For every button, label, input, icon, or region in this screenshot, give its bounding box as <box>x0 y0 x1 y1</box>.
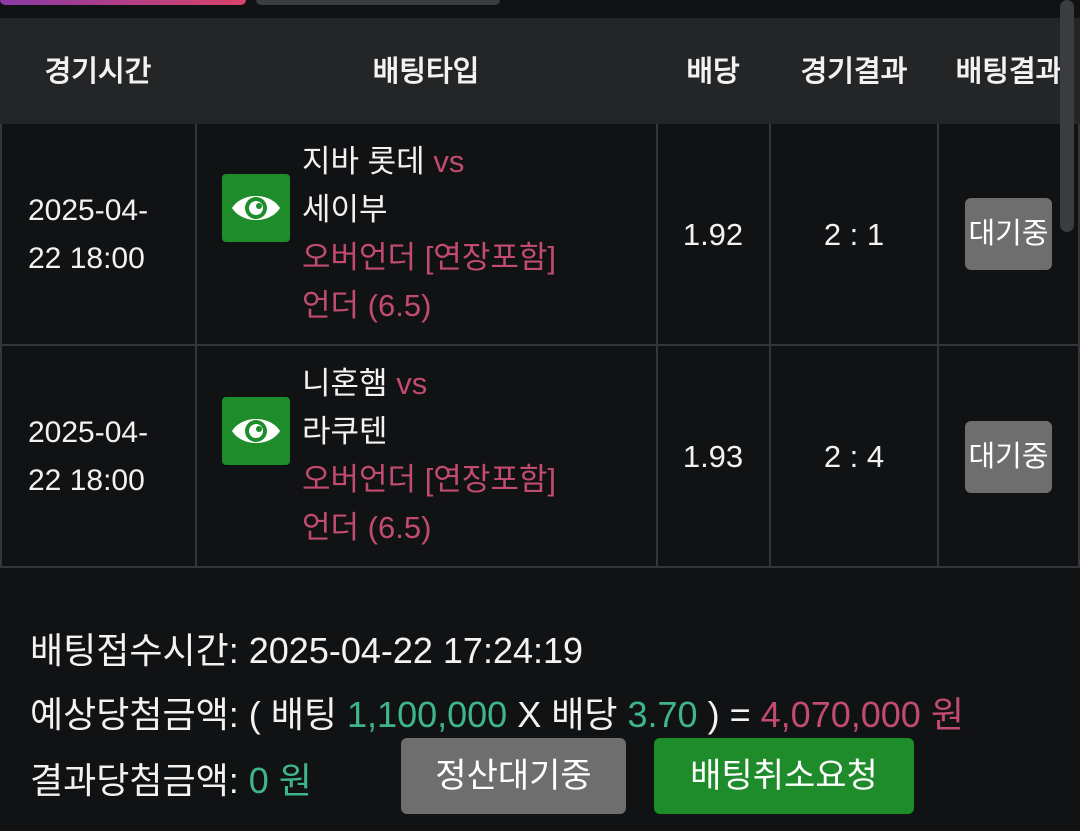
view-details-button[interactable] <box>222 174 290 242</box>
tab-inactive-remnant[interactable] <box>256 0 500 5</box>
header-bet-type: 배팅타입 <box>372 54 480 88</box>
odds-word: 배당 <box>551 694 618 735</box>
received-time-line: 배팅접수시간: 2025-04-22 17:24:19 <box>30 622 583 674</box>
away-team: 세이부 <box>302 192 388 227</box>
eye-icon <box>232 196 280 220</box>
home-team: 니혼햄 <box>302 366 388 401</box>
cancel-bet-request-button[interactable]: 배팅취소요청 <box>654 738 914 814</box>
result-payout-value: 0 원 <box>248 760 312 801</box>
bet-word: 배팅 <box>270 694 338 735</box>
odds-value: 1.92 <box>682 217 744 252</box>
bet-market: 오버언더 [연장포함] <box>302 240 556 275</box>
game-date: 2025-04- <box>28 194 149 227</box>
header-game-time: 경기시간 <box>44 54 152 88</box>
result-payout-label: 결과당첨금액: <box>30 760 239 801</box>
header-game-result: 경기결과 <box>800 54 908 88</box>
table-header: 경기시간 배팅타입 배당 경기결과 배팅결과 <box>0 18 1080 124</box>
tab-active-remnant[interactable] <box>0 0 246 5</box>
bet-info: 니혼햄 vs 라쿠텐 오버언더 [연장포함] 언더 (6.5) <box>302 360 652 552</box>
close-paren: ) <box>707 694 720 735</box>
received-time-label: 배팅접수시간: <box>30 630 239 671</box>
status-badge: 대기중 <box>965 421 1052 493</box>
status-badge: 대기중 <box>965 198 1052 270</box>
eye-icon <box>232 419 280 443</box>
bet-amount: 1,100,000 <box>347 694 508 735</box>
game-time: 2025-04- 22 18:00 <box>0 124 196 346</box>
bet-pick: 언더 (6.5) <box>302 510 432 545</box>
vs-label: vs <box>396 366 428 401</box>
game-score: 2 : 4 <box>823 439 885 474</box>
table-row: 2025-04- 22 18:00 지바 롯데 vs 세이부 오버언더 [연장포… <box>0 124 1080 346</box>
expected-payout-line: 예상당첨금액: ( 배팅 1,100,000 X 배당 3.70 ) = 4,0… <box>30 686 964 738</box>
table-row: 2025-04- 22 18:00 니혼햄 vs 라쿠텐 오버언더 [연장포함]… <box>0 346 1080 568</box>
game-score: 2 : 1 <box>823 217 885 252</box>
settlement-pending-button[interactable]: 정산대기중 <box>401 738 626 814</box>
away-team: 라쿠텐 <box>302 414 388 449</box>
vs-label: vs <box>433 144 465 179</box>
expected-payout-value: 4,070,000 원 <box>760 694 964 735</box>
game-date: 2025-04- <box>28 416 149 449</box>
header-bet-result: 배팅결과 <box>955 54 1063 88</box>
game-hour: 22 18:00 <box>28 464 145 497</box>
header-odds: 배당 <box>686 54 740 88</box>
total-odds: 3.70 <box>627 694 698 735</box>
result-payout-line: 결과당첨금액: 0 원 <box>30 752 312 804</box>
equals-sign: = <box>729 694 751 735</box>
odds-value: 1.93 <box>682 439 744 474</box>
bet-market: 오버언더 [연장포함] <box>302 462 556 497</box>
view-details-button[interactable] <box>222 397 290 465</box>
bet-pick: 언더 (6.5) <box>302 288 432 323</box>
expected-payout-label: 예상당첨금액: <box>30 694 239 735</box>
multiply-sign: X <box>517 694 542 735</box>
game-hour: 22 18:00 <box>28 242 145 275</box>
game-time: 2025-04- 22 18:00 <box>0 346 196 568</box>
bet-detail-page: 경기시간 배팅타입 배당 경기결과 배팅결과 2025-04- 22 18:00 <box>0 0 1080 831</box>
bet-info: 지바 롯데 vs 세이부 오버언더 [연장포함] 언더 (6.5) <box>302 138 652 330</box>
home-team: 지바 롯데 <box>302 144 425 179</box>
received-time-value: 2025-04-22 17:24:19 <box>248 630 584 671</box>
open-paren: ( <box>248 694 261 735</box>
